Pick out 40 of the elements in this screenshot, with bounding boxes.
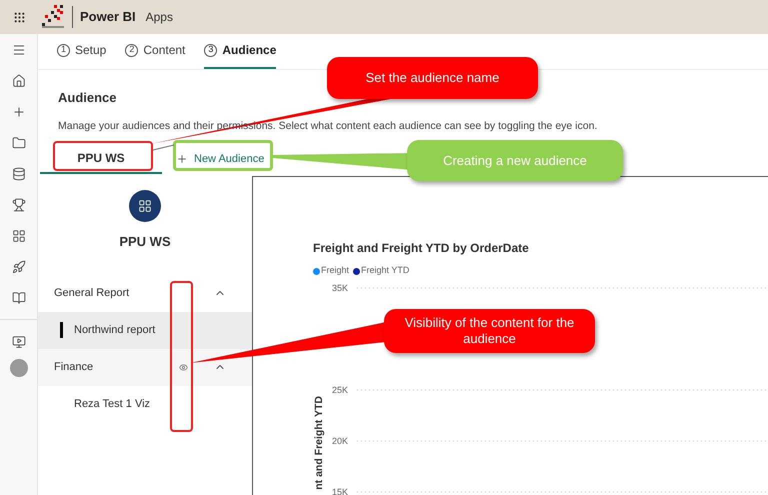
callout: Set the audience name	[327, 57, 538, 99]
new-audience-button[interactable]: New Audience	[174, 147, 266, 172]
step-tab[interactable]: 1 Setup	[57, 39, 106, 69]
trophy-icon[interactable]	[12, 198, 26, 212]
step-tab[interactable]: 3 Audience	[204, 39, 276, 69]
folder-icon[interactable]	[12, 136, 26, 150]
axis-tick-label: 25K	[332, 384, 348, 395]
content-item[interactable]: Reza Test 1 Viz	[38, 386, 252, 423]
axis-title: nt and Freight YTD	[313, 396, 325, 490]
legend-label: Freight YTD	[361, 264, 410, 278]
rocket-icon[interactable]	[12, 260, 26, 274]
section-header[interactable]: Finance	[38, 348, 252, 386]
plus-icon[interactable]	[12, 104, 26, 118]
eye-icon[interactable]	[179, 362, 188, 372]
chart-title: Freight and Freight YTD by OrderDate	[312, 240, 530, 258]
workspace-glyph-icon	[138, 199, 152, 214]
section-title: Apps	[146, 9, 173, 26]
callout: Creating a new audience	[407, 140, 623, 181]
app-launcher-icon[interactable]	[12, 10, 26, 24]
section-header[interactable]: General Report	[38, 274, 252, 312]
axis-tick-label: 15K	[332, 486, 348, 495]
audience-tab[interactable]: PPU WS	[40, 144, 162, 174]
brand-name: Power BI	[80, 8, 136, 26]
step-tab[interactable]: 2 Content	[125, 39, 186, 69]
monitor-icon[interactable]	[12, 334, 26, 348]
database-icon[interactable]	[12, 166, 26, 180]
logo-icon	[42, 5, 64, 29]
book-icon[interactable]	[12, 290, 26, 304]
home-icon[interactable]	[12, 74, 26, 88]
axis-tick-label: 20K	[332, 436, 348, 446]
page-heading: Audience	[57, 89, 118, 107]
plus-icon	[176, 153, 188, 166]
menu-icon[interactable]	[12, 42, 26, 56]
grid-icon[interactable]	[12, 228, 26, 242]
axis-tick-label: 35K	[332, 282, 348, 293]
workspace-name: PPU WS	[118, 233, 172, 252]
callout: Visibility of the content for the audience	[384, 309, 595, 353]
content-item[interactable]: Northwind report	[38, 312, 252, 349]
legend-label: Freight	[321, 264, 350, 278]
avatar-icon[interactable]	[10, 359, 28, 377]
